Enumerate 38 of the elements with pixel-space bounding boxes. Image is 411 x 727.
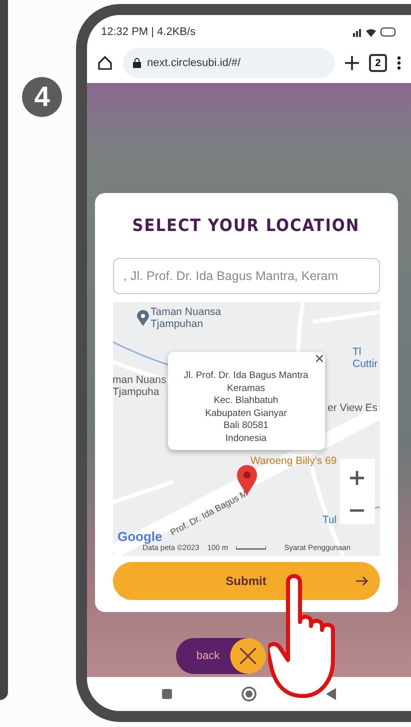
place-pin-icon [136,310,148,326]
address-line: Keramas [226,382,266,395]
dialog-title: SELECT YOUR LOCATION [132,216,360,236]
address-field[interactable]: , Jl. Prof. Dr. Ida Bagus Mantra, Keram [112,258,380,294]
lock-icon [133,58,141,68]
address-line: Bali 80581 [222,420,270,432]
map[interactable] [112,302,380,556]
close-icon[interactable] [316,355,322,362]
tab-count-button[interactable]: 2 [369,54,387,72]
address-bar[interactable]: next.circlesubi.id/#/ [123,48,335,78]
home-button-icon[interactable] [240,686,257,702]
home-icon[interactable] [97,55,113,71]
step-badge: 4 [22,77,62,117]
address-line: Indonesia [224,432,268,445]
recent-apps-icon[interactable] [162,689,172,699]
map-label: Tul [322,514,337,526]
back-nav-icon[interactable] [326,688,336,700]
signal-wifi-battery-icon [353,27,397,37]
map-label: Waroeng Billy's 69 [250,455,337,468]
zoom-out-icon[interactable] [350,509,364,512]
close-button[interactable] [230,638,266,674]
address-line: Kabupaten Gianyar [204,408,288,420]
map-logo: Google [118,529,162,544]
map-label: man Nuans Tjampuha [112,374,166,398]
arrow-right-icon [356,576,368,586]
address-line: Kec. Blahbatuh [212,395,280,408]
map-label: Tl Cuttir [352,346,378,370]
submit-button[interactable]: Submit [112,562,380,600]
back-button[interactable]: back [176,638,230,674]
map-label: Taman Nuansa Tjampuhan [150,306,222,330]
close-icon [240,648,256,664]
scale-bar-icon [236,546,266,550]
menu-icon[interactable] [397,56,401,70]
plus-icon[interactable] [345,56,359,70]
address-line: Jl. Prof. Dr. Ida Bagus Mantra [182,370,310,382]
status-time: 12:32 PM | 4.2KB/s [101,26,196,38]
zoom-in-icon[interactable] [350,471,364,485]
map-label: er View Es [328,402,378,414]
